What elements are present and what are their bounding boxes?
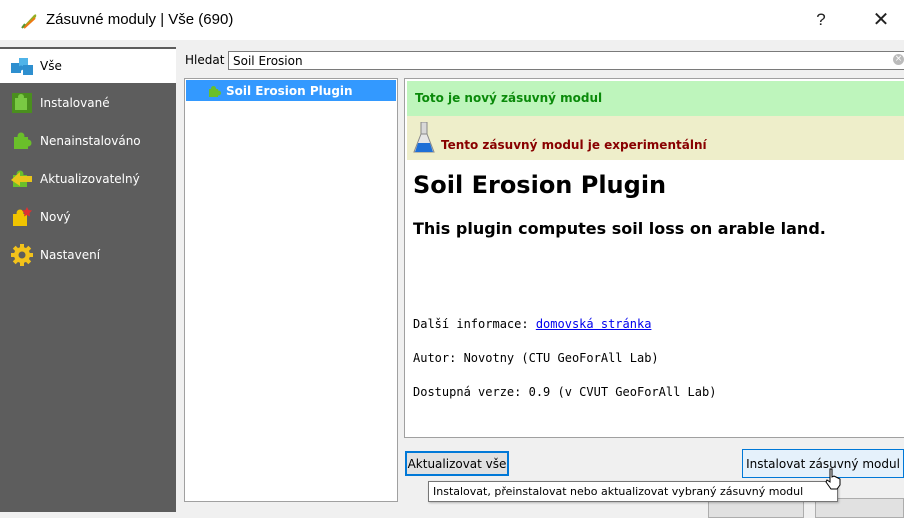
new-plugin-banner: Toto je nový zásuvný modul [407,81,904,116]
gear-icon [10,243,34,267]
experimental-banner-text: Tento zásuvný modul je experimentální [441,138,707,152]
sidebar-item-installed[interactable]: Instalované [0,85,176,121]
flask-icon [413,122,435,153]
sidebar-item-label: Nenainstalováno [40,134,141,148]
window-title: Zásuvné moduly | Vše (690) [46,11,234,28]
plugin-details: Toto je nový zásuvný modul Tento zásuvný… [404,78,904,438]
sidebar-item-new[interactable]: Nový [0,199,176,235]
install-tooltip: Instalovat, přeinstalovat nebo aktualizo… [428,481,838,502]
homepage-link[interactable]: domovská stránka [536,317,652,331]
list-item-label: Soil Erosion Plugin [226,83,353,98]
sidebar-item-all[interactable]: Vše [0,49,176,83]
sidebar-item-upgradeable[interactable]: Aktualizovatelný [0,161,176,197]
installed-puzzle-icon [10,91,34,115]
sidebar-item-label: Nový [40,210,71,224]
sidebar-item-label: Vše [40,59,62,73]
upgradeable-puzzle-icon [10,167,34,191]
title-bar: Zásuvné moduly | Vše (690) ? ✕ [0,0,904,40]
update-all-button[interactable]: Aktualizovat vše [405,451,509,476]
new-puzzle-icon [10,205,34,229]
install-plugin-button[interactable]: Instalovat zásuvný modul [742,449,904,478]
qgis-logo-icon [21,14,37,29]
puzzle-pieces-icon [10,54,34,78]
search-label: Hledat [185,53,225,67]
sidebar-item-label: Instalované [40,96,110,110]
puzzle-piece-icon [10,129,34,153]
more-info-label: Další informace: [413,317,529,331]
more-info-line: Další informace: domovská stránka [413,317,651,331]
clear-search-icon[interactable]: × [893,54,904,65]
sidebar: Vše Instalované Nenainstalováno Aktualiz… [0,47,176,512]
plugin-description: This plugin computes soil loss on arable… [413,219,826,238]
sidebar-item-settings[interactable]: Nastavení [0,237,176,273]
sidebar-item-label: Aktualizovatelný [40,172,140,186]
search-input[interactable] [228,51,904,70]
hand-cursor-icon [825,468,841,490]
puzzle-piece-icon [208,84,222,98]
sidebar-item-not-installed[interactable]: Nenainstalováno [0,123,176,159]
author-line: Autor: Novotny (CTU GeoForAll Lab) [413,351,659,365]
list-item[interactable]: Soil Erosion Plugin [186,80,396,101]
sidebar-item-label: Nastavení [40,248,101,262]
experimental-banner: Tento zásuvný modul je experimentální [407,116,904,160]
plugin-list[interactable]: Soil Erosion Plugin [184,78,398,502]
version-line: Dostupná verze: 0.9 (v CVUT GeoForAll La… [413,385,717,399]
plugin-title: Soil Erosion Plugin [413,171,667,199]
help-button[interactable]: ? [806,8,836,32]
close-button[interactable]: ✕ [866,8,896,32]
